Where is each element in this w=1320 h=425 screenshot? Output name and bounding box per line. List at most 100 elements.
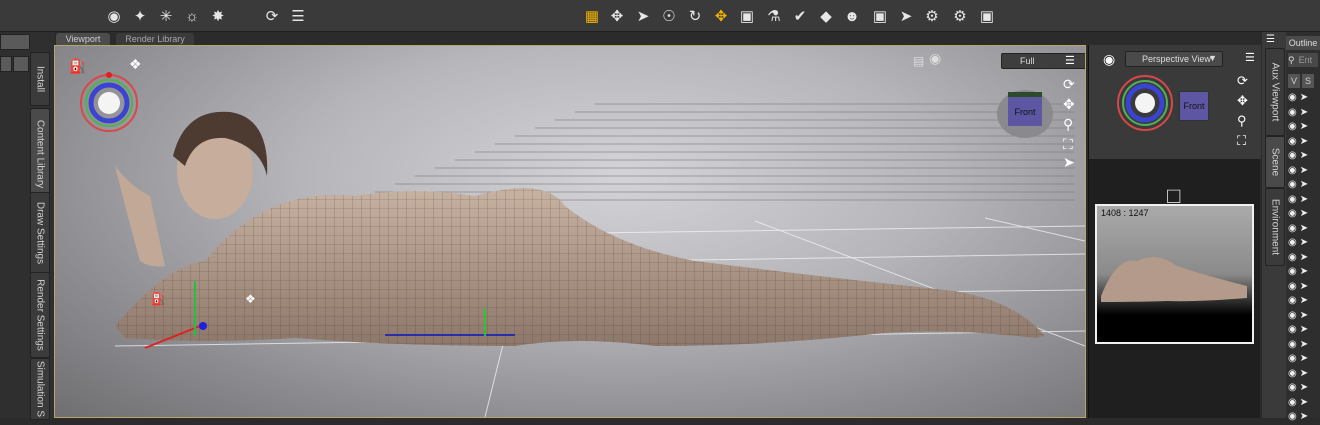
pan-icon[interactable]: ✥ [1063,96,1075,113]
tab-environment[interactable]: Environment [1265,188,1285,266]
tab-simulation-settings[interactable]: Simulation S [30,358,50,420]
scene-node-row[interactable]: ◉ ➤ [1288,295,1320,309]
selectable-pointer-icon[interactable]: ➤ [1300,353,1308,364]
iray-render-icon[interactable]: ⚙ [922,6,942,26]
spot-render-icon[interactable]: ➤ [896,6,916,26]
aux-view-select[interactable]: Perspective View ▼ [1125,51,1223,67]
scene-node-row[interactable]: ◉ ➤ [1288,179,1320,193]
selectable-pointer-icon[interactable]: ➤ [1300,252,1308,263]
scene-node-row[interactable]: ◉ ➤ [1288,281,1320,295]
selectable-pointer-icon[interactable]: ➤ [1300,136,1308,147]
tab-aux-viewport[interactable]: Aux Viewport [1265,48,1285,136]
tab-content-library[interactable]: Content Library [30,108,50,200]
visibility-eye-icon[interactable]: ◉ [1288,165,1297,176]
scene-node-row[interactable]: ◉ ➤ [1288,121,1320,135]
tab-viewport[interactable]: Viewport [56,33,110,45]
distant-light-icon[interactable]: ☼ [182,6,202,26]
tab-scene[interactable]: Scene [1265,136,1285,188]
list-icon[interactable]: ☰ [288,6,308,26]
selectable-pointer-icon[interactable]: ➤ [1300,237,1308,248]
spot-light-icon[interactable]: ✳ [156,6,176,26]
pane-layout-icon[interactable]: ▤ [913,54,924,68]
selectable-pointer-icon[interactable]: ➤ [1300,310,1308,321]
scene-node-row[interactable]: ◉ ➤ [1288,368,1320,382]
reset-icon[interactable]: ⟳ [262,6,282,26]
selectable-pointer-icon[interactable]: ➤ [1300,368,1308,379]
tab-install[interactable]: Install [30,52,50,106]
zoom-icon[interactable]: ⚲ [1063,116,1073,133]
scale-icon[interactable]: ▣ [737,6,757,26]
tab-render-settings[interactable]: Render Settings [30,272,50,358]
surface-selection-icon[interactable]: ◆ [816,6,836,26]
selectable-pointer-icon[interactable]: ➤ [1300,121,1308,132]
scene-node-row[interactable]: ◉ ➤ [1288,150,1320,164]
scene-node-row[interactable]: ◉ ➤ [1288,223,1320,237]
aux-draw-style-icon[interactable]: ◉ [1103,51,1115,68]
selectable-column-header[interactable]: S [1302,74,1314,88]
aux-view-cube[interactable]: Front [1179,91,1209,121]
visibility-eye-icon[interactable]: ◉ [1288,179,1297,190]
orientation-gizmo[interactable] [77,71,141,135]
add-camera-icon[interactable]: ◉ [104,6,124,26]
scene-node-row[interactable]: ◉ ➤ [1288,339,1320,353]
visibility-eye-icon[interactable]: ◉ [1288,150,1297,161]
aux-menu-icon[interactable]: ☰ [1245,51,1255,64]
selectable-pointer-icon[interactable]: ➤ [1300,382,1308,393]
universal-tool-icon[interactable]: ✥ [607,6,627,26]
visibility-eye-icon[interactable]: ◉ [1288,368,1297,379]
joint-editor-icon[interactable]: ⚗ [764,6,784,26]
frame-icon[interactable]: ⛶ [1063,136,1073,153]
visibility-eye-icon[interactable]: ◉ [1288,252,1297,263]
scene-node-row[interactable]: ◉ ➤ [1288,165,1320,179]
aux-zoom-icon[interactable]: ⚲ [1237,113,1247,129]
outline-tab[interactable]: Outline [1286,36,1320,50]
selectable-pointer-icon[interactable]: ➤ [1300,295,1308,306]
visibility-eye-icon[interactable]: ◉ [1288,194,1297,205]
selectable-pointer-icon[interactable]: ➤ [1300,281,1308,292]
selectable-pointer-icon[interactable]: ➤ [1300,194,1308,205]
selectable-pointer-icon[interactable]: ➤ [1300,266,1308,277]
view-toggle-icon[interactable] [0,56,12,72]
selectable-pointer-icon[interactable]: ➤ [1300,107,1308,118]
visibility-eye-icon[interactable]: ◉ [1288,324,1297,335]
scene-node-row[interactable]: ◉ ➤ [1288,411,1320,425]
scene-node-row[interactable]: ◉ ➤ [1288,92,1320,106]
scene-search-input[interactable]: ⚲ Ent [1288,53,1318,67]
scene-node-row[interactable]: ◉ ➤ [1288,324,1320,338]
scene-node-row[interactable]: ◉ ➤ [1288,252,1320,266]
aux-pan-icon[interactable]: ✥ [1237,93,1248,109]
rotate-icon[interactable]: ↻ [685,6,705,26]
visibility-eye-icon[interactable]: ◉ [1288,121,1297,132]
list-view-icon[interactable] [13,56,29,72]
selectable-pointer-icon[interactable]: ➤ [1300,324,1308,335]
selectable-pointer-icon[interactable]: ➤ [1300,397,1308,408]
tab-draw-settings[interactable]: Draw Settings [30,192,50,274]
visibility-eye-icon[interactable]: ◉ [1288,411,1297,422]
selectable-pointer-icon[interactable]: ➤ [1300,165,1308,176]
right-dock-menu-icon[interactable]: ☰ [1266,34,1275,45]
scene-node-row[interactable]: ◉ ➤ [1288,107,1320,121]
figure-icon[interactable]: ☻ [842,6,862,26]
visibility-eye-icon[interactable]: ◉ [1288,310,1297,321]
draw-style-icon[interactable]: ◉ [929,50,941,67]
scene-node-row[interactable]: ◉ ➤ [1288,266,1320,280]
view-cube-ring[interactable]: Front [997,90,1053,138]
tab-render-library[interactable]: Render Library [116,33,194,45]
visibility-eye-icon[interactable]: ◉ [1288,237,1297,248]
hand-manip-icon[interactable]: ⛽ [151,292,166,306]
selectable-pointer-icon[interactable]: ➤ [1300,411,1308,422]
selectable-pointer-icon[interactable]: ➤ [1300,339,1308,350]
visibility-column-header[interactable]: V [1288,74,1300,88]
aux-orbit-icon[interactable]: ⟳ [1237,73,1248,89]
render-icon[interactable]: ▣ [870,6,890,26]
selectable-pointer-icon[interactable]: ➤ [1300,179,1308,190]
aux-orientation-gizmo[interactable] [1115,73,1175,133]
visibility-eye-icon[interactable]: ◉ [1288,281,1297,292]
pointer-icon[interactable]: ➤ [633,6,653,26]
scene-node-row[interactable]: ◉ ➤ [1288,353,1320,367]
visibility-eye-icon[interactable]: ◉ [1288,266,1297,277]
selectable-pointer-icon[interactable]: ➤ [1300,150,1308,161]
light-wand-icon[interactable]: ✦ [130,6,150,26]
visibility-eye-icon[interactable]: ◉ [1288,382,1297,393]
visibility-eye-icon[interactable]: ◉ [1288,208,1297,219]
